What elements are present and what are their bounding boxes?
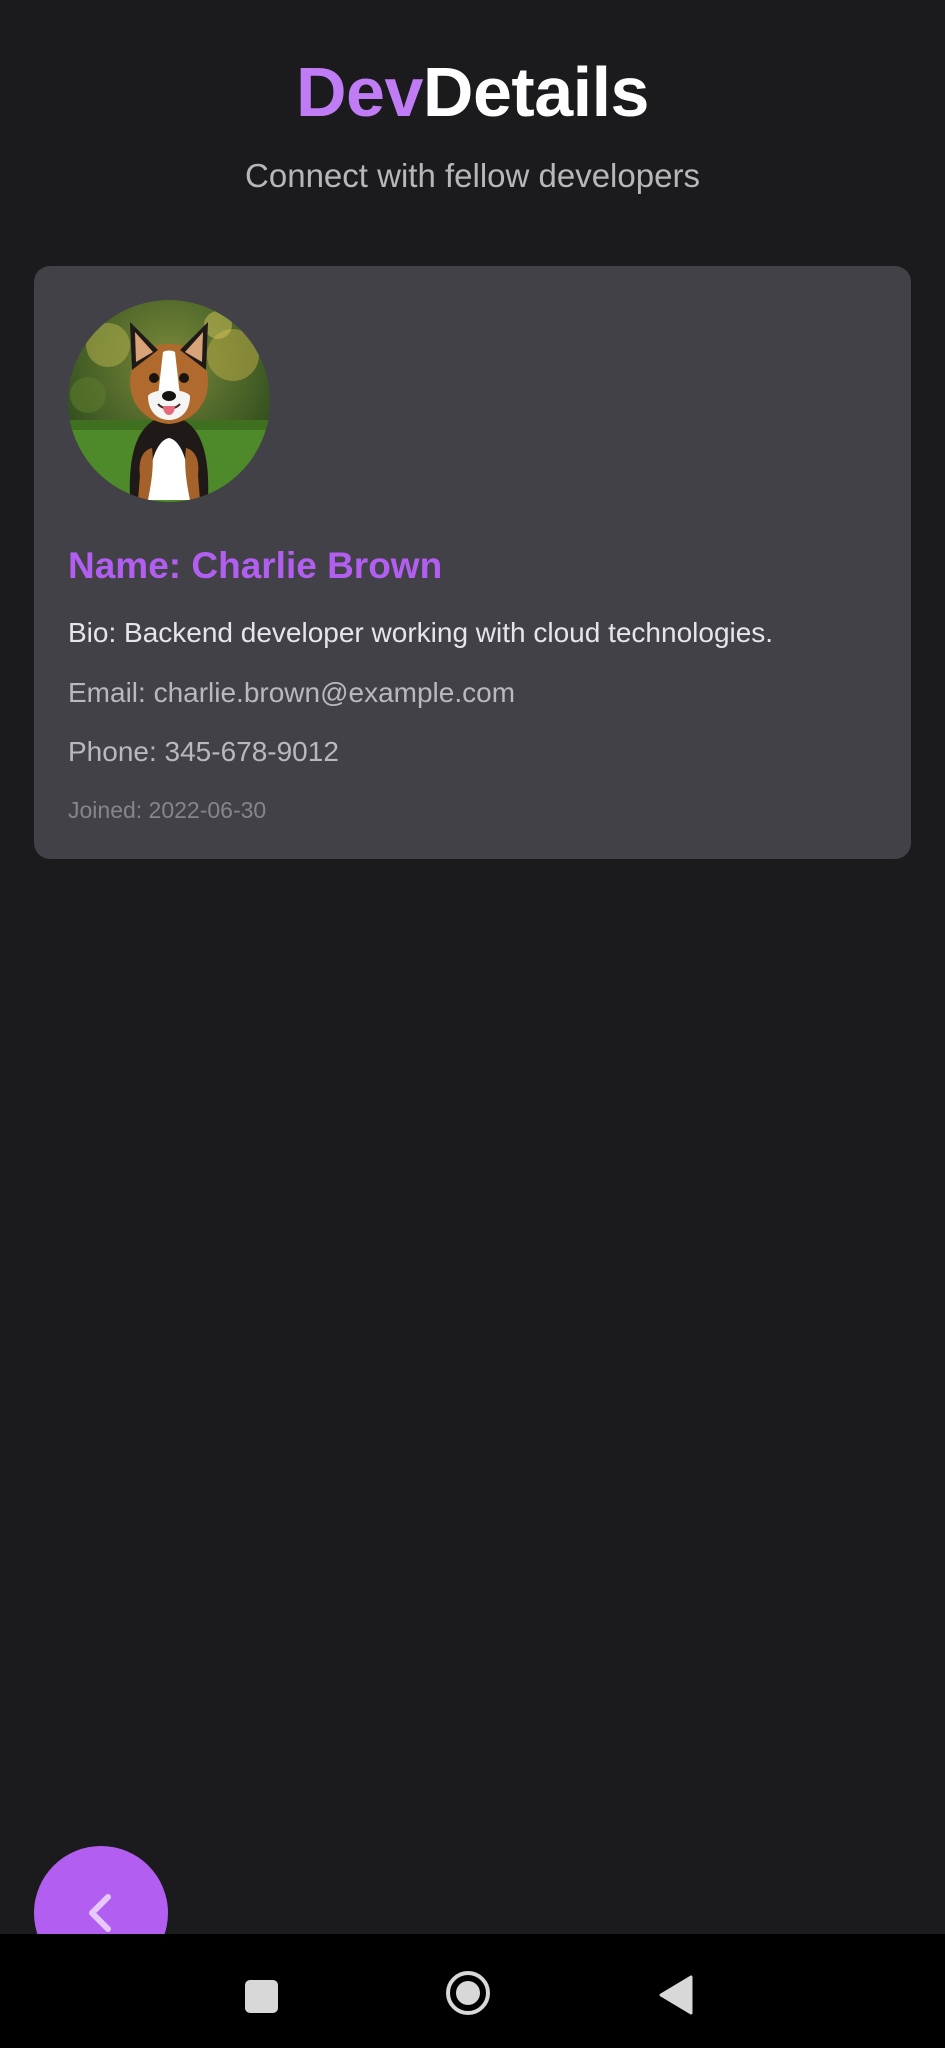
recent-apps-square-icon[interactable] xyxy=(245,1980,278,2013)
back-triangle-icon[interactable] xyxy=(658,1974,694,2016)
developer-joined-date: Joined: 2022-06-30 xyxy=(68,797,267,823)
home-circle-icon[interactable] xyxy=(444,1969,492,2017)
developer-email: Email: charlie.brown@example.com xyxy=(68,677,516,708)
developer-card[interactable]: Name: Charlie Brown Bio: Backend develop… xyxy=(34,266,911,859)
developer-bio: Bio: Backend developer working with clou… xyxy=(68,617,774,648)
chevron-left-icon xyxy=(89,1894,111,1932)
app-subtitle: Connect with fellow developers xyxy=(245,157,700,194)
app-title-accent: Dev xyxy=(296,53,423,131)
developer-phone: Phone: 345-678-9012 xyxy=(68,736,339,767)
avatar xyxy=(68,300,270,502)
developer-name: Name: Charlie Brown xyxy=(68,545,443,586)
app-title-rest: Details xyxy=(422,53,650,131)
app-title: DevDetails xyxy=(0,50,945,134)
system-navigation-bar xyxy=(0,1934,945,2048)
corgi-avatar-image xyxy=(68,300,270,502)
